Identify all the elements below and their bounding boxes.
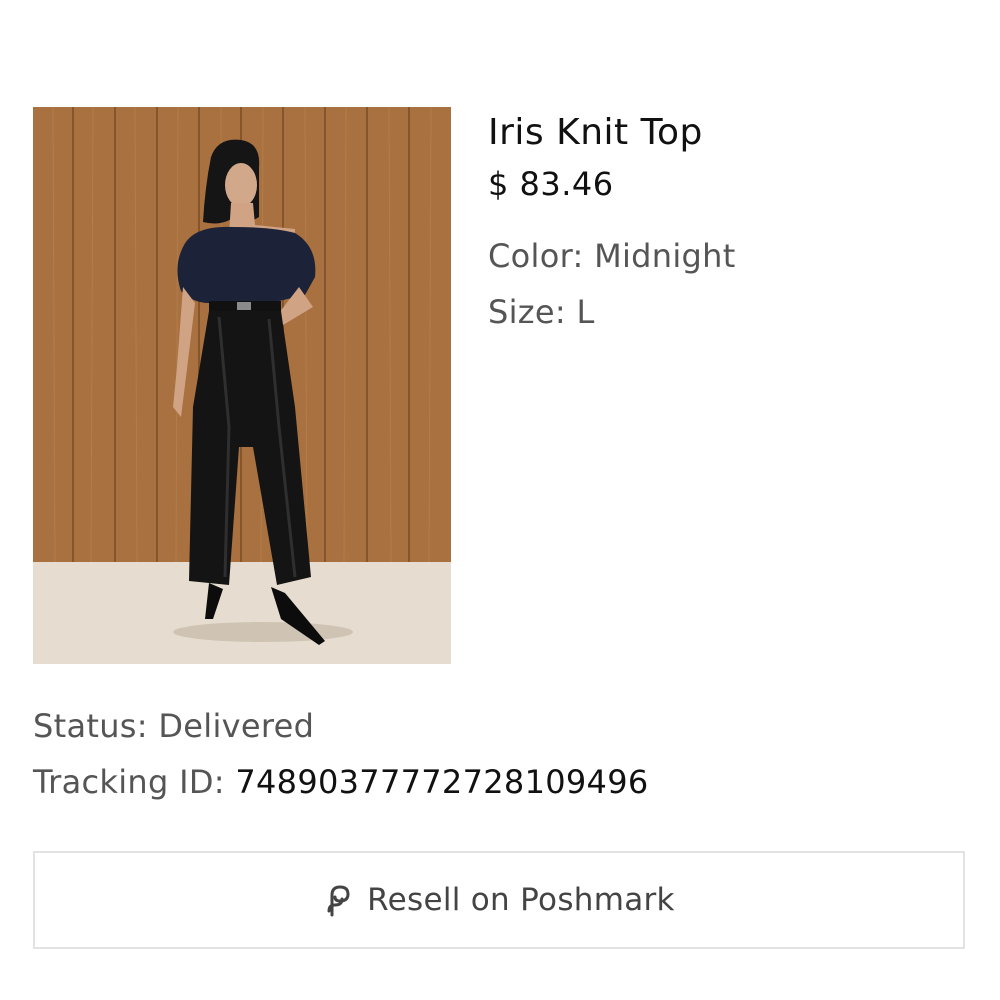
product-name: Iris Knit Top — [488, 112, 703, 153]
order-status: Status: Delivered — [33, 705, 973, 747]
resell-label: Resell on Poshmark — [367, 882, 675, 918]
order-status-block: Status: Delivered Tracking ID: 748903777… — [33, 705, 973, 803]
product-details: Iris Knit Top $ 83.46 Color: Midnight Si… — [488, 110, 968, 332]
product-color: Color: Midnight — [488, 236, 968, 276]
resell-on-poshmark-button[interactable]: Resell on Poshmark — [33, 851, 965, 949]
status-value: Delivered — [158, 707, 315, 745]
tracking-id: Tracking ID: 74890377772728109496 — [33, 761, 973, 803]
product-price: $ 83.46 — [488, 165, 614, 203]
color-label: Color: — [488, 237, 584, 275]
status-label: Status: — [33, 707, 148, 745]
poshmark-icon — [323, 883, 353, 917]
size-value: L — [576, 293, 595, 331]
tracking-label: Tracking ID: — [33, 763, 225, 801]
size-label: Size: — [488, 293, 566, 331]
product-size: Size: L — [488, 292, 968, 332]
product-image — [33, 107, 451, 664]
tracking-value[interactable]: 74890377772728109496 — [235, 763, 648, 801]
color-value: Midnight — [594, 237, 736, 275]
